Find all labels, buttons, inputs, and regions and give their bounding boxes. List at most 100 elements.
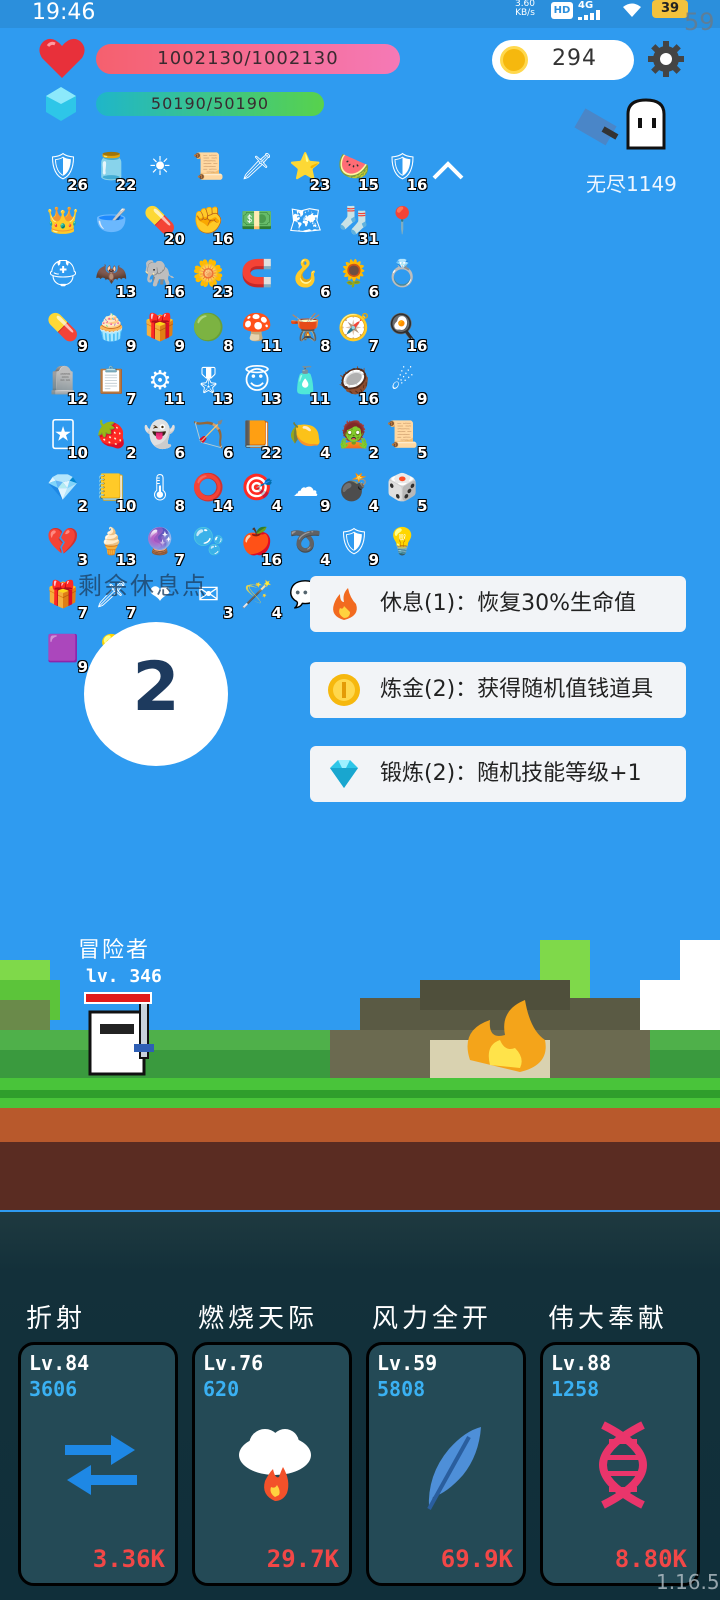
inventory-item[interactable]: 🧟 2 (331, 412, 379, 462)
fire-icon (333, 588, 357, 620)
inventory-item[interactable]: ⛑ (40, 251, 88, 299)
purple-box-icon: 🎁 (143, 312, 177, 343)
inventory-item[interactable]: 🫙 22 (89, 144, 136, 194)
inventory-item[interactable]: 🍓 2 (89, 412, 136, 462)
inventory-item[interactable]: 🪝 6 (283, 251, 330, 301)
inventory-item[interactable]: ☁ 9 (283, 465, 331, 515)
inventory-item[interactable]: 🎯 4 (234, 465, 282, 515)
skill-points: 1258 (551, 1377, 600, 1401)
skill-name-burning-sky: 燃烧天际 (198, 1304, 319, 1334)
inventory-item[interactable]: 📒 10 (89, 465, 136, 515)
inventory-item[interactable]: 👻 6 (137, 412, 185, 462)
inventory-item[interactable]: 🌻 6 (331, 251, 379, 301)
inventory-item[interactable]: 💊 20 (137, 198, 185, 248)
skill-card-burning-sky[interactable]: Lv.76 620 29.7K (192, 1342, 352, 1586)
swap-arrows-icon (65, 1435, 137, 1495)
endless-mode-icons[interactable] (572, 96, 682, 156)
inventory-item[interactable]: 🥥 16 (331, 358, 379, 408)
rest-option[interactable]: 休息(1)：恢复30%生命值 (310, 576, 686, 632)
adventurer-name: 冒险者 (78, 938, 151, 963)
inventory-item[interactable]: ⭐ 23 (283, 144, 330, 194)
inventory-item[interactable]: 🗡 (234, 144, 282, 192)
item-count: 15 (358, 176, 379, 194)
inventory-item[interactable]: 🃏 10 (40, 412, 88, 462)
inventory-item[interactable]: 🧭 7 (331, 305, 379, 355)
item-count: 22 (261, 443, 282, 462)
inventory-item[interactable]: 🌼 23 (186, 251, 234, 301)
inventory-item[interactable]: 🪄 4 (234, 572, 282, 622)
inventory-item[interactable]: 🫕 8 (283, 305, 330, 355)
dna-icon (598, 1421, 648, 1509)
inventory-item[interactable]: 🎖 13 (186, 358, 234, 408)
inventory-item[interactable]: 🧲 (234, 251, 282, 299)
inventory-item[interactable]: 👑 (40, 198, 88, 246)
mortar-icon: 🥣 (95, 205, 128, 236)
rest-points-count: 2 (132, 648, 180, 727)
inventory-item[interactable]: 🛡 26 (40, 144, 88, 194)
skill-card-refraction[interactable]: Lv.84 3606 3.36K (18, 1342, 178, 1586)
inventory-item[interactable]: 🍎 16 (234, 519, 282, 569)
inventory-item[interactable]: 🍄 11 (234, 305, 282, 355)
item-count: 16 (261, 550, 282, 569)
training-option[interactable]: 锻炼(2)：随机技能等级+1 (310, 746, 686, 802)
inventory-item[interactable]: 🛡 9 (331, 519, 379, 569)
item-count: 12 (67, 390, 88, 408)
inventory-item[interactable]: 🛡 16 (380, 144, 428, 194)
hd-icon: HD (551, 2, 573, 19)
inventory-item[interactable]: 🪦 12 (40, 358, 88, 408)
inventory-item[interactable]: 💡 (380, 519, 428, 567)
inventory-item[interactable]: 🎁 9 (137, 305, 185, 355)
inventory-item[interactable]: 🧁 9 (89, 305, 136, 355)
inventory-item[interactable]: 📜 (186, 144, 234, 192)
inventory-item[interactable]: 📋 7 (89, 358, 136, 408)
light-bulb-icon: 💡 (386, 526, 419, 557)
inventory-item[interactable]: 🦇 13 (89, 251, 136, 301)
inventory-item[interactable]: 🍦 13 (89, 519, 136, 569)
inventory-item[interactable]: 🫧 (186, 519, 234, 567)
coin-counter[interactable]: 294 (492, 40, 634, 80)
item-count: 4 (271, 497, 282, 515)
item-count: 23 (212, 283, 234, 301)
inventory-item[interactable]: 🌡 8 (137, 465, 185, 515)
inventory-item[interactable]: 📙 22 (234, 412, 282, 462)
inventory-item[interactable]: ✊ 16 (186, 198, 233, 248)
inventory-item[interactable]: ⚙ 11 (137, 358, 185, 408)
training-option-label: 锻炼(2)：随机技能等级+1 (380, 761, 642, 786)
crown-icon: 👑 (46, 205, 80, 236)
inventory-item[interactable]: 🗺 (283, 198, 331, 246)
inventory-item[interactable]: 😇 13 (234, 358, 282, 408)
inventory-item[interactable]: ⭕ 14 (186, 465, 233, 515)
inventory-item[interactable]: 🔮 7 (137, 519, 185, 569)
skill-card-great-devotion[interactable]: Lv.88 1258 8.80K (540, 1342, 700, 1586)
inventory-item[interactable]: 💔 3 (40, 519, 88, 569)
inventory-item[interactable]: 💣 4 (331, 465, 379, 515)
inventory-item[interactable]: 📍 (380, 198, 428, 246)
item-count: 13 (212, 390, 234, 408)
inventory-item[interactable]: 🟪 9 (40, 626, 88, 676)
inventory-item[interactable]: 💍 (380, 251, 428, 299)
alchemy-option[interactable]: 炼金(2)：获得随机值钱道具 (310, 662, 686, 718)
skill-upgrade-cost: 3.36K (92, 1545, 165, 1573)
inventory-item[interactable]: 📜 5 (380, 412, 427, 462)
chevron-up-icon[interactable] (430, 158, 466, 182)
inventory-item[interactable]: 🐘 16 (137, 251, 185, 301)
rest-option-label: 休息(1)：恢复30%生命值 (380, 591, 637, 616)
inventory-item[interactable]: 🧦 31 (331, 198, 379, 248)
inventory-item[interactable]: ☄ 9 (380, 358, 428, 408)
inventory-item[interactable]: 🍳 16 (380, 305, 427, 355)
inventory-item[interactable]: 🥣 (89, 198, 137, 246)
inventory-item[interactable]: 💎 2 (40, 465, 88, 515)
inventory-item[interactable]: 💵 (234, 198, 282, 246)
inventory-item[interactable]: 🏹 6 (186, 412, 233, 462)
inventory-item[interactable]: 🎲 5 (380, 465, 427, 515)
inventory-item[interactable]: 💊 9 (40, 305, 88, 355)
skill-card-full-wind[interactable]: Lv.59 5808 69.9K (366, 1342, 526, 1586)
inventory-item[interactable]: ➰ 4 (283, 519, 331, 569)
item-count: 4 (320, 550, 331, 569)
settings-gear-icon[interactable] (647, 40, 685, 78)
inventory-item[interactable]: 🧴 11 (283, 358, 330, 408)
inventory-item[interactable]: 🍉 15 (331, 144, 379, 194)
inventory-item[interactable]: 🟢 8 (186, 305, 233, 355)
inventory-item[interactable]: 🍋 4 (283, 412, 330, 462)
inventory-item[interactable]: ☀ (137, 144, 185, 192)
